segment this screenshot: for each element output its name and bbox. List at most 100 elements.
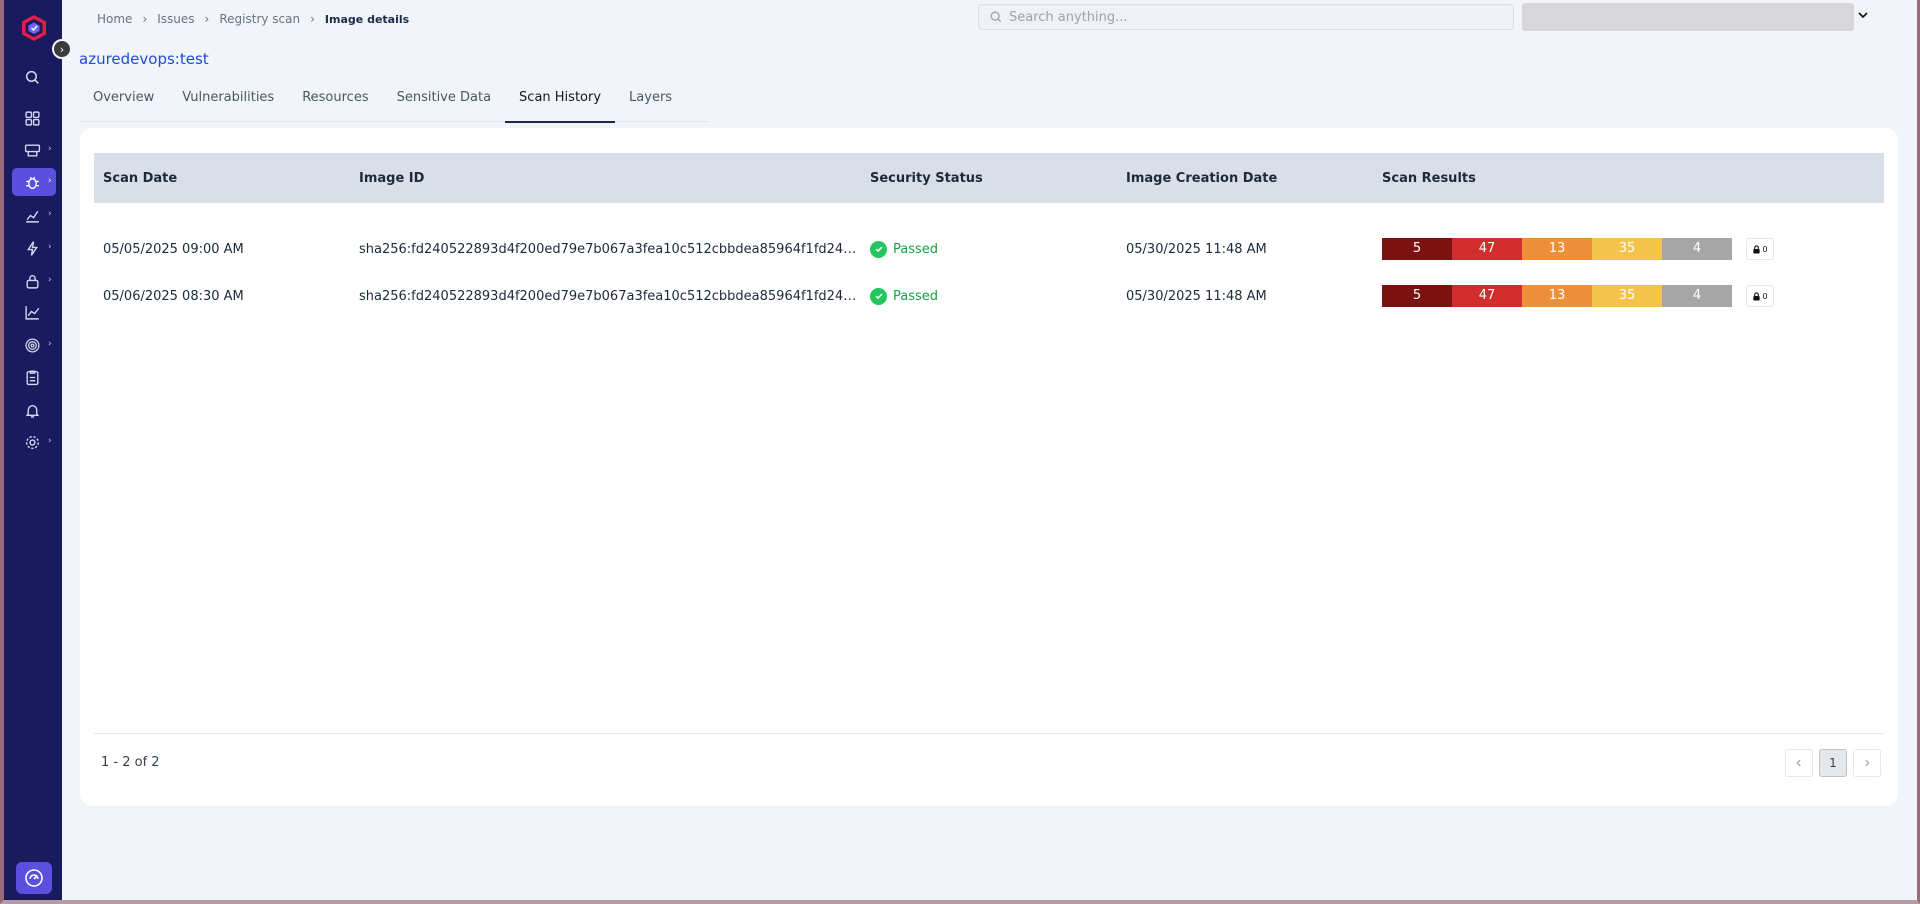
sidebar-item-compliance[interactable]: › (12, 201, 56, 229)
sidebar-item-identity[interactable]: › (12, 331, 56, 359)
table-footer-divider (94, 733, 1884, 734)
medium-count-bar[interactable]: 13 (1522, 238, 1592, 260)
compliance-chart-icon (26, 210, 39, 223)
table-row[interactable]: 05/06/2025 08:30 AM sha256:fd240522893d4… (94, 273, 1884, 319)
page-number-button[interactable]: 1 (1819, 749, 1847, 777)
lock-icon (1753, 244, 1761, 254)
tab-scan-history[interactable]: Scan History (505, 84, 616, 123)
chevron-right-icon: › (48, 144, 52, 154)
security-status-cell: Passed (861, 287, 1117, 305)
chevron-right-icon: › (48, 209, 52, 219)
table-header: Scan Date Image ID Security Status Image… (94, 153, 1884, 203)
security-status-cell: Passed (861, 240, 1117, 258)
image-id-cell: sha256:fd240522893d4f200ed79e7b067a3fea1… (359, 241, 861, 257)
scan-results-cell: 5 47 13 35 4 0 (1373, 285, 1884, 307)
sidebar-item-secrets[interactable]: › (12, 267, 56, 295)
medium-count-bar[interactable]: 13 (1522, 285, 1592, 307)
chevron-right-icon: › (48, 176, 52, 186)
scan-results-cell: 5 47 13 35 4 0 (1373, 238, 1884, 260)
fingerprint-icon (25, 337, 40, 353)
tab-vulnerabilities[interactable]: Vulnerabilities (168, 84, 288, 122)
scan-date-cell: 05/05/2025 09:00 AM (103, 241, 244, 257)
unknown-count-bar[interactable]: 4 (1662, 285, 1732, 307)
clipboard-icon (26, 369, 39, 385)
sidebar-item-inventory[interactable]: › (12, 136, 56, 164)
critical-count-bar[interactable]: 5 (1382, 238, 1452, 260)
analytics-icon (25, 305, 40, 320)
chevron-right-icon: › (142, 12, 148, 26)
sidebar-collapse-button[interactable]: › (52, 39, 72, 59)
global-search[interactable] (978, 4, 1514, 30)
breadcrumb-current: Image details (324, 12, 410, 26)
bug-icon (26, 176, 39, 189)
product-switcher-logo[interactable] (16, 862, 52, 894)
gear-icon (25, 435, 40, 449)
breadcrumb-registry-scan[interactable]: Registry scan (219, 12, 300, 26)
column-header-security-status[interactable]: Security Status (861, 171, 1117, 186)
page-title: azuredevops:test (79, 50, 209, 68)
low-count-bar[interactable]: 35 (1592, 285, 1662, 307)
chevron-right-icon: › (48, 242, 52, 252)
secrets-badge[interactable]: 0 (1746, 285, 1774, 307)
breadcrumb-home[interactable]: Home (97, 12, 132, 26)
pagination: 1 (1785, 749, 1881, 777)
tab-overview[interactable]: Overview (79, 84, 168, 122)
secrets-badge[interactable]: 0 (1746, 238, 1774, 260)
breadcrumb-issues[interactable]: Issues (157, 12, 194, 26)
unknown-count-bar[interactable]: 4 (1662, 238, 1732, 260)
sidebar-item-search[interactable] (12, 63, 56, 91)
chevron-right-icon: › (310, 12, 315, 26)
tab-layers[interactable]: Layers (615, 84, 686, 122)
column-header-creation-date[interactable]: Image Creation Date (1117, 171, 1373, 186)
tab-resources[interactable]: Resources (288, 84, 382, 122)
chevron-right-icon (1865, 759, 1870, 767)
search-icon (25, 70, 39, 84)
column-header-scan-date[interactable]: Scan Date (94, 171, 350, 186)
search-input[interactable] (1009, 9, 1489, 25)
column-header-image-id[interactable]: Image ID (350, 171, 861, 186)
status-badge: Passed (893, 241, 939, 257)
creation-date-cell: 05/30/2025 11:48 AM (1126, 241, 1267, 257)
sidebar-item-settings[interactable]: › (12, 428, 56, 456)
sidebar-item-runtime[interactable]: › (12, 234, 56, 262)
sidebar-item-vulnerabilities[interactable]: › (12, 168, 56, 196)
bolt-icon (26, 240, 39, 256)
lock-icon (1753, 291, 1761, 301)
lock-icon (26, 274, 39, 289)
chevron-down-icon[interactable] (1856, 8, 1870, 22)
chevron-right-icon: › (48, 339, 52, 349)
high-count-bar[interactable]: 47 (1452, 285, 1522, 307)
chevron-left-icon (1796, 759, 1801, 767)
bell-icon (25, 404, 40, 418)
search-icon (990, 11, 1002, 23)
sidebar-item-reports[interactable] (12, 363, 56, 391)
dashboard-grid-icon (25, 110, 40, 126)
critical-count-bar[interactable]: 5 (1382, 285, 1452, 307)
chevron-right-icon: › (48, 275, 52, 285)
check-circle-icon (870, 240, 887, 258)
low-count-bar[interactable]: 35 (1592, 238, 1662, 260)
previous-page-button[interactable] (1785, 749, 1813, 777)
pagination-summary: 1 - 2 of 2 (101, 755, 160, 770)
creation-date-cell: 05/30/2025 11:48 AM (1126, 288, 1267, 304)
status-badge: Passed (893, 288, 939, 304)
account-selector[interactable] (1522, 3, 1854, 31)
app-logo[interactable] (20, 14, 48, 42)
tab-sensitive-data[interactable]: Sensitive Data (383, 84, 505, 122)
next-page-button[interactable] (1853, 749, 1881, 777)
high-count-bar[interactable]: 47 (1452, 238, 1522, 260)
breadcrumb: Home › Issues › Registry scan › Image de… (97, 11, 409, 27)
tab-bar: Overview Vulnerabilities Resources Sensi… (79, 84, 709, 123)
sidebar-item-notifications[interactable] (12, 396, 56, 424)
column-header-scan-results[interactable]: Scan Results (1373, 171, 1884, 186)
sidebar-item-dashboard[interactable] (12, 104, 56, 132)
sidebar: › › › › › › › (4, 0, 62, 900)
table-row[interactable]: 05/05/2025 09:00 AM sha256:fd240522893d4… (94, 226, 1884, 272)
inventory-icon (24, 143, 41, 157)
chevron-right-icon: › (48, 436, 52, 446)
check-circle-icon (870, 287, 887, 305)
chevron-right-icon: › (204, 12, 210, 26)
image-id-cell: sha256:fd240522893d4f200ed79e7b067a3fea1… (359, 288, 861, 304)
scan-date-cell: 05/06/2025 08:30 AM (103, 288, 244, 304)
sidebar-item-analytics[interactable] (12, 298, 56, 326)
